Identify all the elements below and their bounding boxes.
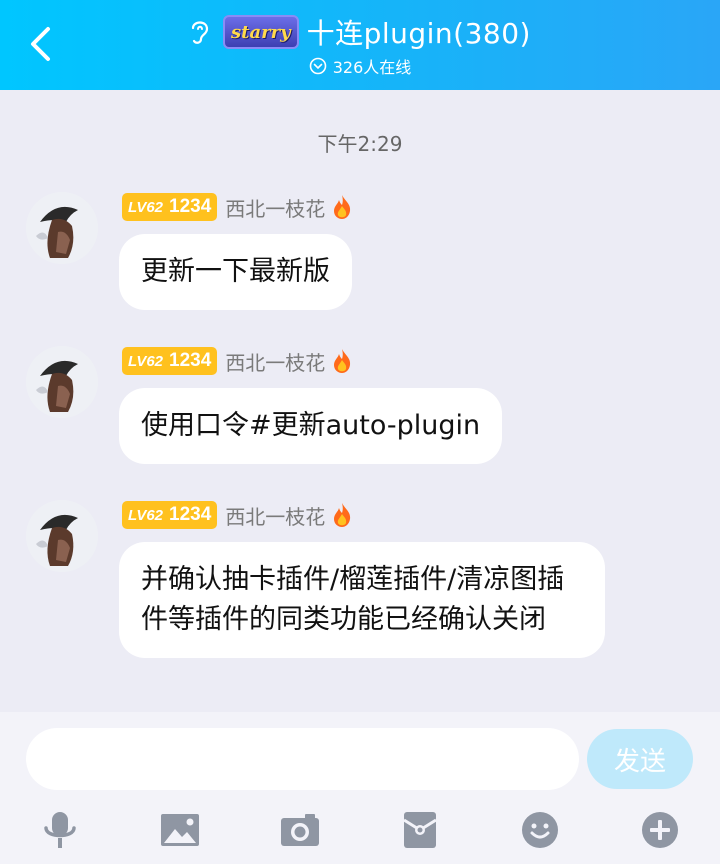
sender-name[interactable]: 西北一枝花	[225, 193, 325, 222]
message-input[interactable]	[26, 728, 579, 790]
avatar[interactable]	[26, 346, 98, 418]
level-label: LV62	[128, 506, 164, 524]
avatar[interactable]	[26, 500, 98, 572]
ear-icon	[189, 17, 215, 47]
message-item: LV62 1234 西北一枝花 更新一下最新版	[26, 192, 706, 312]
more-button[interactable]	[638, 808, 682, 852]
message-timestamp: 下午2:29	[317, 132, 403, 156]
level-badge: LV62 1234	[122, 347, 218, 375]
fire-icon	[334, 349, 351, 373]
image-icon	[161, 814, 199, 846]
title-row[interactable]: starry 十连plugin(380)	[0, 12, 720, 52]
message-item: LV62 1234 西北一枝花 使用口令#更新auto-plugin	[26, 346, 706, 466]
message-meta: LV62 1234 西北一枝花	[122, 192, 353, 222]
message-meta: LV62 1234 西北一枝花	[122, 500, 353, 530]
level-badge: LV62 1234	[122, 501, 218, 529]
voice-button[interactable]	[38, 808, 82, 852]
input-bar: 发送	[0, 712, 720, 864]
sender-name[interactable]: 西北一枝花	[225, 501, 325, 530]
image-button[interactable]	[158, 808, 202, 852]
microphone-icon	[44, 812, 76, 848]
level-label: LV62	[128, 198, 164, 216]
level-number: 1234	[169, 504, 212, 525]
group-badge-logo: starry	[223, 15, 299, 49]
camera-button[interactable]	[278, 808, 322, 852]
level-number: 1234	[169, 196, 212, 217]
red-packet-button[interactable]	[398, 808, 442, 852]
message-bubble[interactable]: 使用口令#更新auto-plugin	[119, 388, 503, 464]
emoji-icon	[522, 812, 558, 848]
message-item: LV62 1234 西北一枝花 并确认抽卡插件/榴莲插件/清凉图插件等插件的同类…	[26, 500, 706, 700]
avatar[interactable]	[26, 192, 98, 264]
send-button[interactable]: 发送	[587, 729, 693, 789]
level-number: 1234	[169, 350, 212, 371]
plus-icon	[642, 812, 678, 848]
online-count: 326人在线	[332, 58, 412, 77]
message-meta: LV62 1234 西北一枝花	[122, 346, 353, 376]
level-badge: LV62 1234	[122, 193, 218, 221]
red-packet-icon	[403, 812, 437, 848]
emoji-button[interactable]	[518, 808, 562, 852]
sender-name[interactable]: 西北一枝花	[225, 347, 325, 376]
message-bubble[interactable]: 更新一下最新版	[119, 234, 352, 310]
fire-icon	[334, 503, 351, 527]
online-status[interactable]: 326人在线	[0, 54, 720, 78]
fire-icon	[334, 195, 351, 219]
chat-header: starry 十连plugin(380) 326人在线	[0, 0, 720, 90]
camera-icon	[281, 814, 319, 846]
level-label: LV62	[128, 352, 164, 370]
chevron-circle-down-icon	[309, 57, 327, 75]
message-bubble[interactable]: 并确认抽卡插件/榴莲插件/清凉图插件等插件的同类功能已经确认关闭	[119, 542, 605, 658]
group-title: 十连plugin(380)	[306, 17, 531, 50]
